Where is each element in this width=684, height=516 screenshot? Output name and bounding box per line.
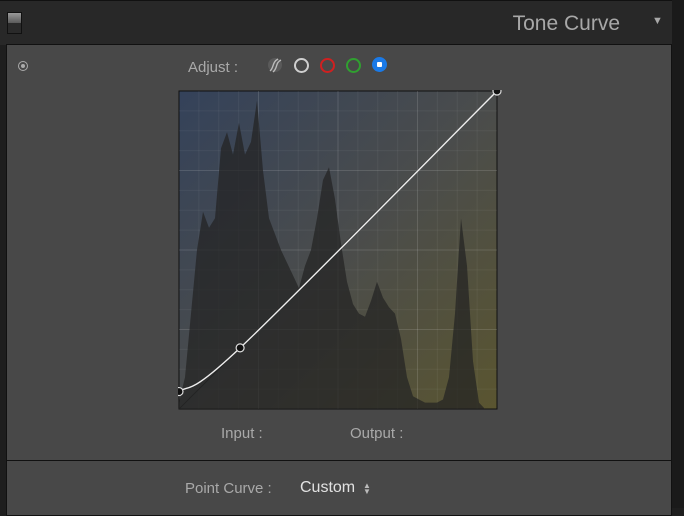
panel-header[interactable]: Tone Curve ▼ (0, 0, 672, 45)
green-channel-button[interactable] (346, 58, 361, 73)
tone-curve-graph[interactable] (178, 90, 502, 414)
curve-control-point[interactable] (178, 386, 184, 397)
scroll-edge (672, 0, 684, 508)
parametric-curve-icon[interactable] (268, 58, 282, 73)
divider (6, 460, 672, 461)
rgb-channel-button[interactable] (294, 58, 309, 73)
collapse-triangle-icon[interactable]: ▼ (652, 15, 663, 27)
curve-control-point[interactable] (492, 90, 502, 96)
selected-indicator (377, 62, 382, 67)
point-curve-select[interactable]: Custom (300, 479, 355, 497)
panel-title: Tone Curve (512, 12, 620, 35)
adjust-label: Adjust : (188, 59, 239, 76)
targeted-adjustment-icon[interactable] (18, 61, 28, 71)
blue-channel-button[interactable] (372, 57, 387, 72)
panel-enable-toggle[interactable] (7, 12, 22, 34)
red-channel-button[interactable] (320, 58, 335, 73)
select-arrows-icon[interactable]: ▲ ▼ (363, 482, 371, 496)
input-label: Input : (221, 425, 263, 442)
curve-control-point[interactable] (235, 343, 245, 353)
point-curve-label: Point Curve : (185, 480, 272, 497)
output-label: Output : (350, 425, 404, 442)
